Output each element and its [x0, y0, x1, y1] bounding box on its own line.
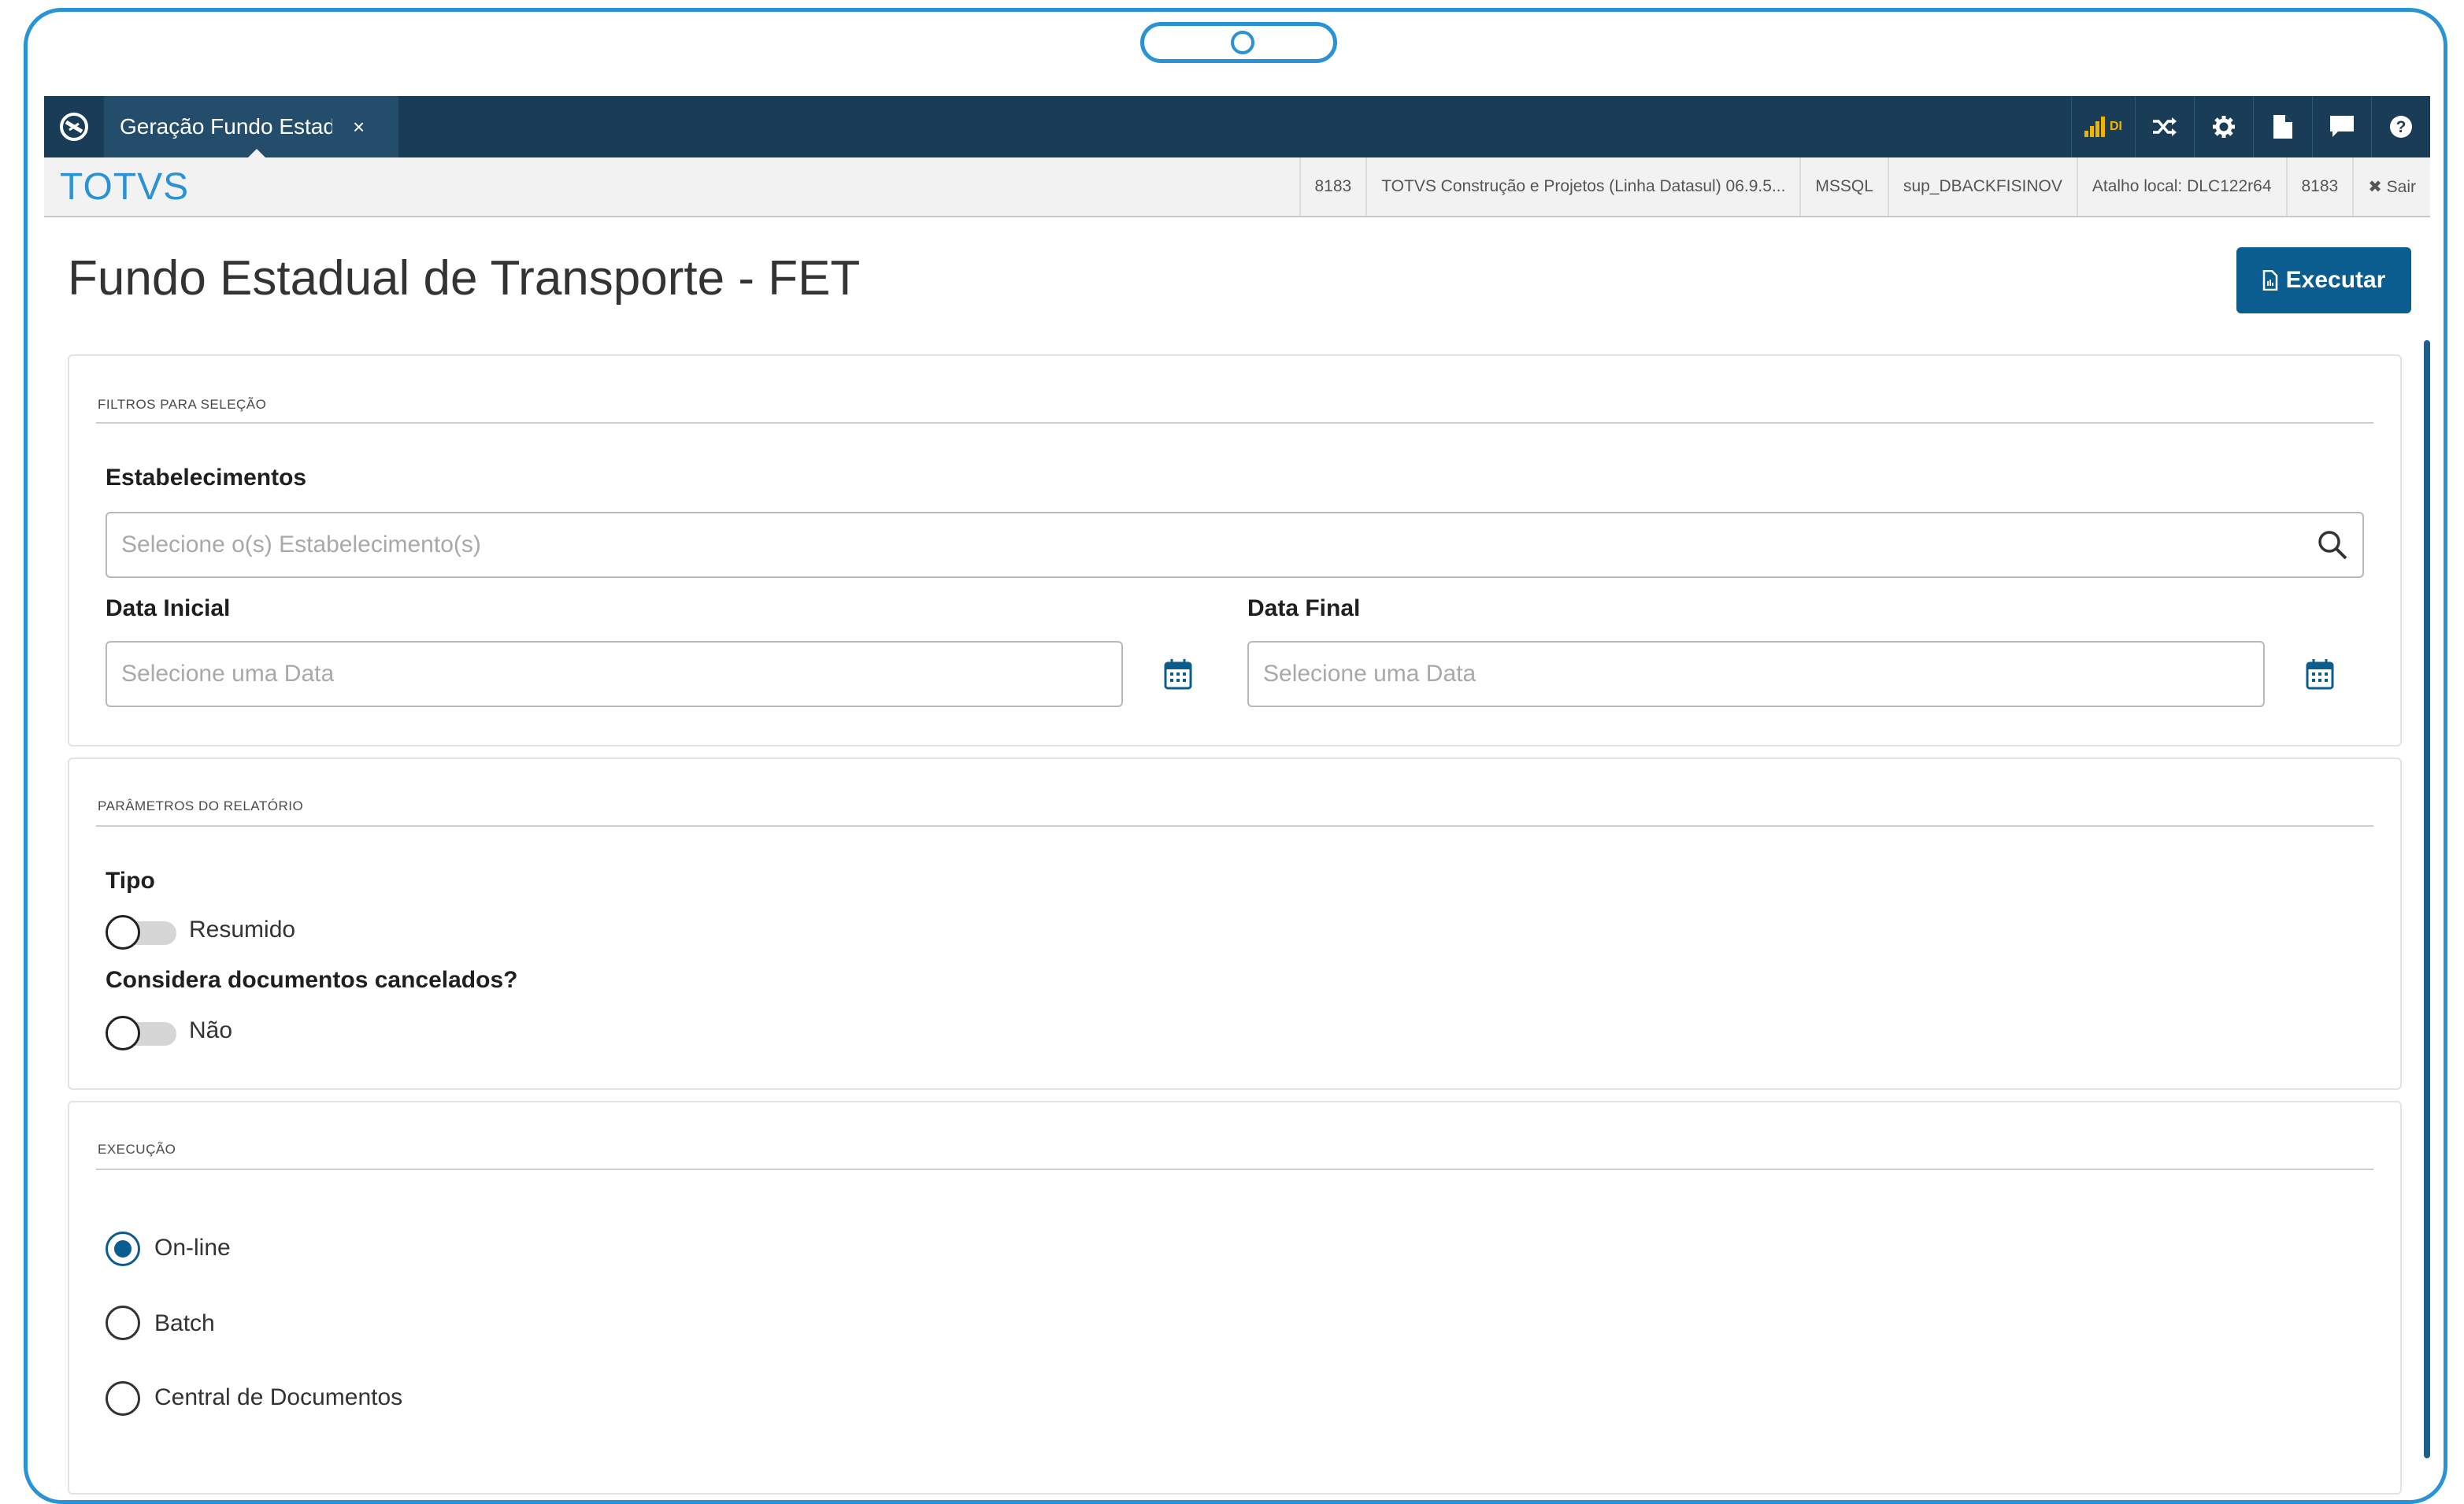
parameters-section-title: PARÂMETROS DO RELATÓRIO [98, 798, 304, 813]
section-divider [96, 1169, 2373, 1170]
establishments-field[interactable] [106, 512, 2364, 578]
execute-button-label: Executar [2285, 267, 2386, 293]
cancelled-documents-toggle[interactable] [106, 1016, 178, 1050]
execution-panel: EXECUÇÃO On-line Batch Central de Docume… [68, 1101, 2402, 1495]
start-date-input[interactable] [120, 660, 1121, 688]
section-divider [96, 825, 2373, 827]
info-item-session-id: 8183 [2285, 157, 2353, 216]
search-icon[interactable] [2317, 529, 2348, 561]
info-item-database-name: sup_DBACKFISINOV [1887, 157, 2077, 216]
establishments-input[interactable] [120, 531, 2317, 559]
shuffle-icon[interactable] [2135, 96, 2194, 157]
establishments-label: Estabelecimentos [106, 465, 307, 491]
filters-panel: FILTROS PARA SELEÇÃO Estabelecimentos Da… [68, 354, 2402, 746]
signal-strength-icon[interactable]: DI [2071, 96, 2135, 157]
type-toggle[interactable] [106, 915, 178, 950]
tab-fet-generation[interactable]: Geração Fundo Estadual de Transporte × [104, 96, 398, 158]
report-parameters-panel: PARÂMETROS DO RELATÓRIO Tipo Resumido Co… [68, 758, 2402, 1090]
execution-batch-label[interactable]: Batch [154, 1310, 215, 1337]
info-item-local-shortcut: Atalho local: DLC122r64 [2076, 157, 2286, 216]
logout-button[interactable]: ✖ Sair [2352, 157, 2430, 216]
type-label: Tipo [106, 868, 155, 894]
execution-batch-radio[interactable] [106, 1306, 140, 1340]
calendar-icon[interactable] [1164, 658, 1192, 690]
end-date-label: Data Final [1247, 595, 1361, 621]
svg-text:?: ? [2396, 118, 2407, 136]
top-bar: Geração Fundo Estadual de Transporte × D… [44, 96, 2430, 158]
toolbar-icons: DI ? [2071, 96, 2430, 157]
execute-button[interactable]: Executar [2236, 247, 2411, 313]
toggle-knob [106, 1016, 140, 1050]
help-icon[interactable]: ? [2371, 96, 2430, 157]
brand-logo: TOTVS [60, 165, 190, 208]
info-item-product: TOTVS Construção e Projetos (Linha Datas… [1365, 157, 1799, 216]
execution-document-center-radio[interactable] [106, 1381, 140, 1416]
cancelled-documents-label: Considera documentos cancelados? [106, 967, 518, 993]
execution-online-radio[interactable] [106, 1232, 140, 1266]
calendar-icon[interactable] [2306, 658, 2334, 690]
chat-icon[interactable] [2312, 96, 2371, 157]
session-info: 8183 TOTVS Construção e Projetos (Linha … [1299, 157, 2431, 216]
execution-section-title: EXECUÇÃO [98, 1142, 176, 1157]
end-date-input[interactable] [1262, 660, 2263, 688]
totvs-logo-icon[interactable] [44, 96, 104, 157]
section-divider [96, 422, 2373, 424]
filters-section-title: FILTROS PARA SELEÇÃO [98, 397, 267, 412]
toggle-knob [106, 915, 140, 950]
scrollbar[interactable] [2424, 340, 2430, 1458]
gear-icon[interactable] [2194, 96, 2253, 157]
close-icon[interactable]: × [353, 115, 365, 139]
header-info-bar: TOTVS 8183 TOTVS Construção e Projetos (… [44, 157, 2430, 217]
info-item-database-type: MSSQL [1799, 157, 1888, 216]
document-icon[interactable] [2253, 96, 2312, 157]
execution-online-label[interactable]: On-line [154, 1235, 231, 1261]
tab-label: Geração Fundo Estadual de Transporte [120, 114, 332, 139]
signal-badge: DI [2110, 120, 2122, 133]
device-camera-notch [1140, 22, 1337, 63]
info-item-user-id: 8183 [1299, 157, 1366, 216]
start-date-field[interactable] [106, 641, 1123, 707]
cancelled-documents-toggle-label: Não [189, 1017, 233, 1043]
report-document-icon [2262, 270, 2277, 291]
camera-icon [1231, 31, 1254, 54]
type-toggle-label: Resumido [189, 917, 296, 943]
page-title: Fundo Estadual de Transporte - FET [68, 251, 861, 306]
execution-document-center-label[interactable]: Central de Documentos [154, 1384, 402, 1411]
end-date-field[interactable] [1247, 641, 2265, 707]
start-date-label: Data Inicial [106, 595, 231, 621]
